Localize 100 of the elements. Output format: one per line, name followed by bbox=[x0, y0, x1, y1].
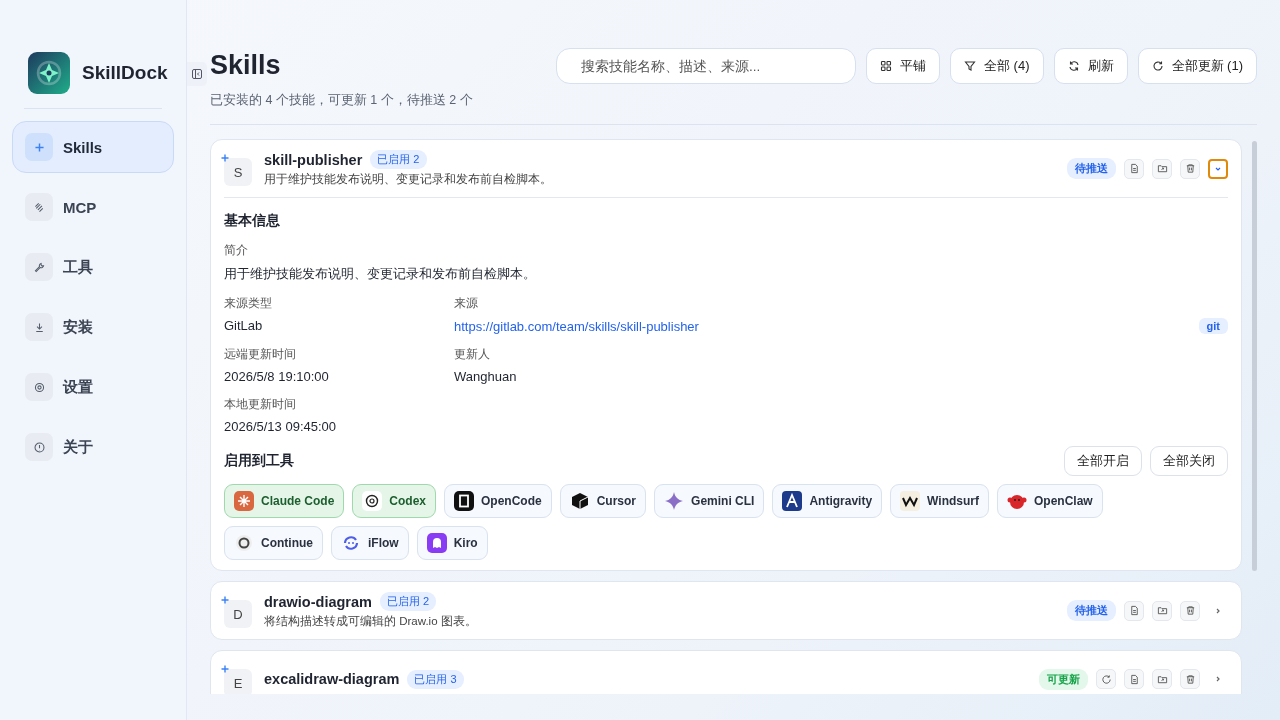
search-field[interactable]: 搜索技能名称、描述、来源... bbox=[556, 48, 856, 84]
document-icon bbox=[1128, 673, 1140, 685]
document-button[interactable] bbox=[1124, 669, 1144, 689]
field-value: 2026/5/8 19:10:00 bbox=[224, 369, 329, 384]
nav-item[interactable]: 设置 bbox=[12, 361, 174, 413]
skill-description: 用于维护技能发布说明、变更记录和发布前自检脚本。 bbox=[264, 172, 553, 187]
nav-item[interactable]: Skills bbox=[12, 121, 174, 173]
refresh-icon bbox=[1067, 60, 1080, 72]
field-label: 远端更新时间 bbox=[224, 346, 297, 363]
tool-icon bbox=[341, 533, 361, 553]
section-title: 启用到工具 bbox=[224, 452, 294, 470]
delete-button[interactable] bbox=[1180, 669, 1200, 689]
document-icon bbox=[1128, 163, 1140, 174]
nav-icon bbox=[25, 313, 53, 341]
toolbar-button[interactable]: 平铺 bbox=[866, 48, 940, 84]
filter-icon bbox=[964, 60, 976, 72]
page-title: Skills bbox=[210, 49, 282, 82]
field-label: 简介 bbox=[224, 242, 249, 259]
folder-button[interactable] bbox=[1152, 669, 1172, 689]
nav-icon bbox=[25, 433, 53, 461]
refresh-icon bbox=[1151, 60, 1164, 72]
field-value: Wanghuan bbox=[454, 369, 517, 384]
refresh-icon bbox=[1100, 673, 1112, 685]
tool-chip[interactable]: Codex bbox=[352, 484, 437, 518]
enabled-badge: 已启用 2 bbox=[370, 150, 427, 169]
toolbar-button[interactable]: 全部更新 (1) bbox=[1137, 48, 1257, 84]
page-subtitle: 已安装的 4 个技能，可更新 1 个，待推送 2 个 bbox=[210, 92, 473, 109]
document-button[interactable] bbox=[1124, 600, 1144, 621]
trash-icon bbox=[1184, 673, 1196, 685]
bulk-toggle-button[interactable]: 全部开启 bbox=[1064, 446, 1142, 476]
bulk-toggle-button[interactable]: 全部关闭 bbox=[1150, 446, 1228, 476]
nav-item[interactable]: 关于 bbox=[12, 421, 174, 473]
skill-name: skill-publisher bbox=[264, 151, 363, 168]
tool-icon bbox=[664, 491, 685, 511]
document-icon bbox=[1128, 605, 1140, 616]
section-title: 基本信息 bbox=[224, 212, 281, 230]
enabled-badge: 已启用 3 bbox=[407, 669, 464, 689]
tool-chip[interactable]: Continue bbox=[224, 526, 323, 560]
tool-icon bbox=[426, 533, 447, 553]
tool-chip[interactable]: OpenCode bbox=[444, 484, 552, 518]
document-button[interactable] bbox=[1124, 158, 1144, 179]
toolbar-button[interactable]: 全部 (4) bbox=[950, 48, 1044, 84]
tool-chip[interactable]: Claude Code bbox=[224, 484, 345, 518]
tool-icon bbox=[362, 491, 383, 511]
source-tag: git bbox=[1198, 318, 1228, 334]
field-value: 2026/5/13 09:45:00 bbox=[224, 419, 337, 434]
skill-name: drawio-diagram bbox=[264, 593, 372, 610]
status-badge: 待推送 bbox=[1067, 158, 1116, 179]
tool-chip[interactable]: iFlow bbox=[331, 526, 409, 560]
app-logo-icon bbox=[28, 52, 70, 94]
skill-description: 将结构描述转成可编辑的 Draw.io 图表。 bbox=[264, 614, 478, 629]
nav-item[interactable]: 安装 bbox=[12, 301, 174, 353]
toolbar-button[interactable]: 刷新 bbox=[1053, 48, 1128, 84]
tool-icon bbox=[900, 491, 921, 511]
delete-button[interactable] bbox=[1180, 158, 1200, 179]
trash-icon bbox=[1184, 163, 1196, 174]
field-value: GitLab bbox=[224, 318, 263, 333]
nav-item[interactable]: 工具 bbox=[12, 241, 174, 293]
source-link[interactable]: https://gitlab.com/team/skills/skill-publisher bbox=[454, 318, 699, 334]
tool-chip[interactable]: Gemini CLI bbox=[654, 484, 765, 518]
status-badge: 可更新 bbox=[1039, 668, 1088, 690]
nav-icon bbox=[25, 373, 53, 401]
tool-icon bbox=[454, 491, 475, 511]
tool-icon bbox=[234, 491, 254, 511]
folder-icon bbox=[1156, 673, 1168, 685]
field-label: 本地更新时间 bbox=[224, 396, 297, 413]
folder-icon bbox=[1156, 605, 1168, 616]
nav-icon bbox=[25, 253, 53, 281]
tool-chip[interactable]: OpenClaw bbox=[996, 484, 1103, 518]
field-label: 来源类型 bbox=[224, 295, 273, 312]
tool-chip[interactable]: Windsurf bbox=[890, 484, 989, 518]
field-label: 来源 bbox=[454, 295, 479, 312]
grid-icon bbox=[880, 60, 892, 72]
expand-toggle[interactable] bbox=[1208, 158, 1228, 179]
tool-chip[interactable]: Cursor bbox=[559, 484, 647, 518]
collapse-sidebar-icon[interactable] bbox=[187, 62, 207, 86]
nav-icon bbox=[25, 193, 53, 221]
skill-name: excalidraw-diagram bbox=[264, 671, 400, 687]
tool-chip[interactable]: Kiro bbox=[416, 526, 488, 560]
scrollbar[interactable] bbox=[1252, 141, 1257, 571]
folder-button[interactable] bbox=[1152, 158, 1172, 179]
nav-icon bbox=[25, 133, 53, 161]
status-badge: 待推送 bbox=[1067, 600, 1116, 621]
update-button[interactable] bbox=[1096, 669, 1116, 689]
nav-item[interactable]: MCP bbox=[12, 181, 174, 233]
trash-icon bbox=[1184, 605, 1196, 616]
sparkle-icon bbox=[221, 154, 229, 162]
sparkle-icon bbox=[221, 596, 229, 604]
delete-button[interactable] bbox=[1180, 600, 1200, 621]
tool-icon bbox=[234, 533, 254, 553]
tool-icon bbox=[569, 491, 590, 511]
folder-button[interactable] bbox=[1152, 600, 1172, 621]
enabled-badge: 已启用 2 bbox=[379, 592, 437, 611]
field-value: 用于维护技能发布说明、变更记录和发布前自检脚本。 bbox=[224, 265, 536, 283]
folder-icon bbox=[1156, 163, 1168, 174]
field-label: 更新人 bbox=[454, 346, 491, 363]
tool-icon bbox=[782, 491, 803, 511]
sparkle-icon bbox=[221, 665, 229, 673]
app-name: SkillDock bbox=[82, 62, 168, 84]
tool-chip[interactable]: Antigravity bbox=[772, 484, 883, 518]
